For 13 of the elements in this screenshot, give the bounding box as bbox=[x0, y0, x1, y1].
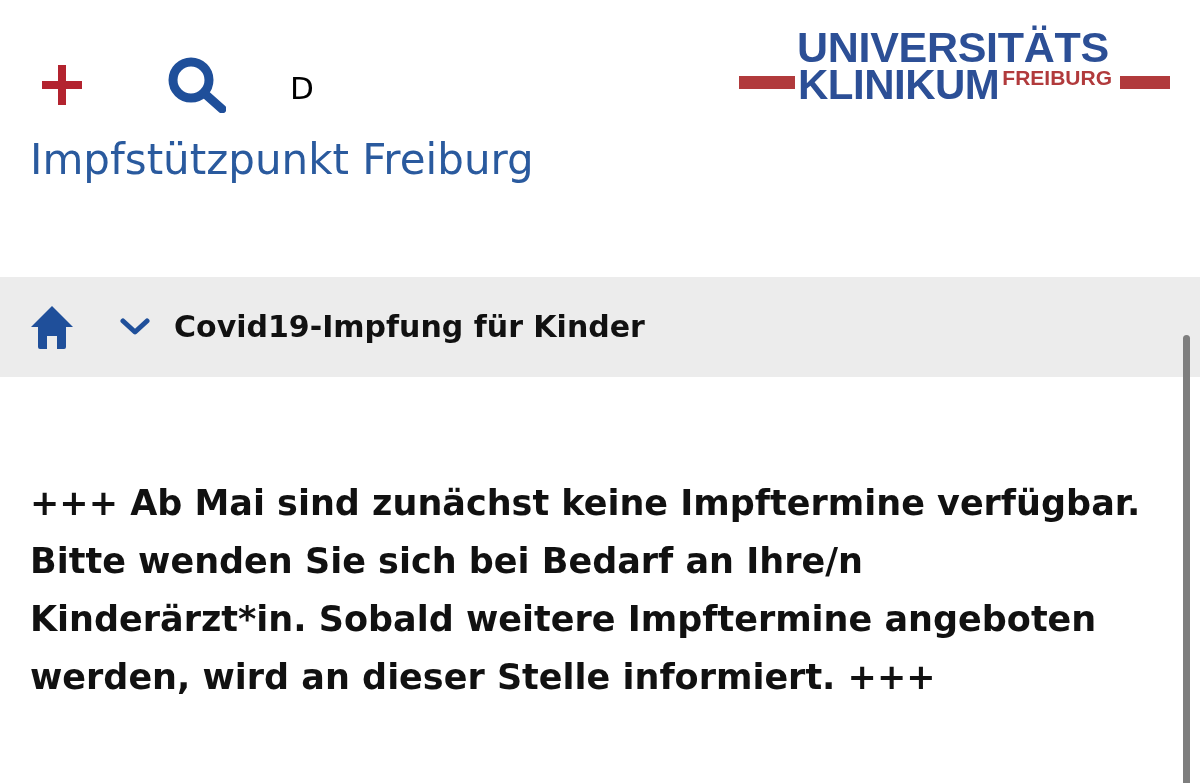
home-icon[interactable] bbox=[30, 305, 74, 349]
scrollbar-thumb[interactable] bbox=[1183, 335, 1190, 783]
logo-stripe bbox=[739, 76, 795, 89]
search-icon[interactable] bbox=[168, 57, 226, 113]
notice-text: +++ Ab Mai sind zunächst keine Impftermine verfügbar. Bitte wenden Sie sich bei Bedarf an Ihre/n Kinderärzt*in. Sobald weitere Impftermine angeboten werden, wird an dieser Stelle informiert. +++ bbox=[30, 482, 1141, 699]
logo-stripe bbox=[1120, 76, 1170, 89]
logo-text: FREIBURG bbox=[1002, 68, 1112, 88]
chevron-down-icon[interactable] bbox=[120, 318, 150, 336]
language-link[interactable]: D bbox=[290, 72, 314, 104]
site-title: Impfstützpunkt Freiburg bbox=[30, 135, 534, 186]
breadcrumb-link[interactable]: Covid19-Impfung für Kinder bbox=[174, 308, 645, 344]
logo-text: KLINIKUM bbox=[798, 66, 1000, 104]
plus-icon[interactable] bbox=[42, 65, 82, 105]
